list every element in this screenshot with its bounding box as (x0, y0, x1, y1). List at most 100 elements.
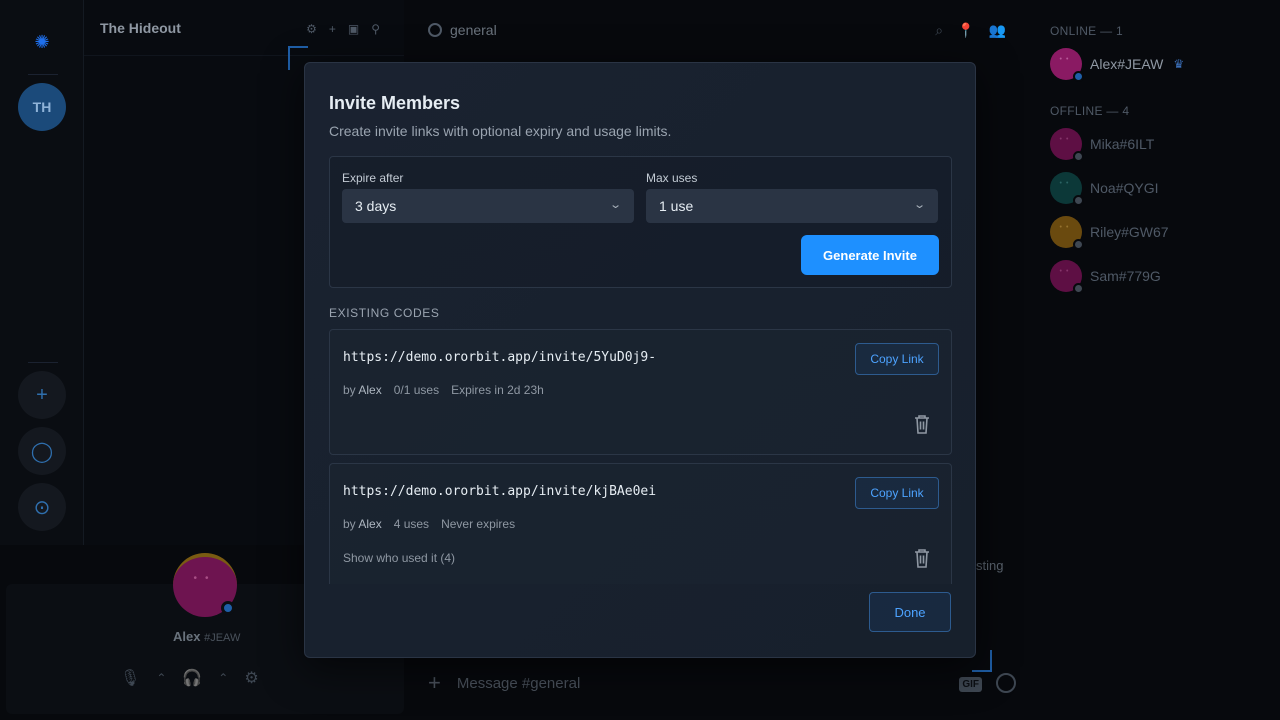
by-prefix: by (343, 517, 356, 531)
modal-subtitle: Create invite links with optional expiry… (329, 123, 672, 139)
user-tag: #JEAW (204, 632, 241, 644)
done-button[interactable]: Done (869, 592, 951, 632)
emoji-icon[interactable] (996, 673, 1016, 693)
message-partial-text: sting (976, 558, 1004, 573)
invite-members-modal: Invite Members Create invite links with … (304, 62, 976, 658)
user-controls: 🎙 ⌃ 🎧 ⌃ ⚙ (120, 668, 259, 688)
add-channel-icon[interactable]: + (329, 22, 336, 36)
settings-icon[interactable]: ⚙ (306, 22, 317, 36)
server-rail: ✺ TH + ◯ ⊙ (0, 0, 84, 545)
invite-meta: by Alex 0/1 uses Expires in 2d 23h (343, 383, 544, 397)
show-who-used-link[interactable]: Show who used it (4) (343, 551, 455, 565)
user-name-label: Alex #JEAW (173, 629, 240, 644)
avatar: •• (1050, 260, 1084, 294)
member-name: Mika#6ILT (1090, 136, 1155, 152)
chevron-down-icon: ⌄ (912, 199, 926, 211)
creator-name: Alex (358, 517, 382, 531)
copy-link-button[interactable]: Copy Link (855, 477, 939, 509)
member-item[interactable]: •• Noa#QYGI (1050, 172, 1159, 206)
chevron-down-icon: ⌄ (608, 199, 622, 211)
chevron-up-icon[interactable]: ⌃ (218, 671, 228, 685)
app-logo-icon[interactable]: ✺ (30, 30, 54, 54)
expire-label: Expire after (342, 171, 404, 185)
member-item[interactable]: •• Alex#JEAW ♛ (1050, 48, 1185, 82)
offline-header: OFFLINE — 4 (1050, 104, 1130, 118)
user-name: Alex (173, 629, 201, 644)
avatar-face: •• (1059, 180, 1073, 187)
explore-icon[interactable]: ◯ (18, 427, 66, 475)
invite-uses: 0/1 uses (393, 383, 440, 397)
invite-expiry: Never expires (441, 517, 516, 531)
invite-url: https://demo.ororbit.app/invite/5YuD0j9- (343, 350, 657, 365)
member-name: Noa#QYGI (1090, 180, 1159, 196)
member-item[interactable]: •• Riley#GW67 (1050, 216, 1169, 250)
max-uses-select[interactable]: 1 use ⌄ (646, 189, 938, 223)
server-header[interactable]: The Hideout ⚙ + ▣ ⚲ (84, 0, 404, 56)
status-badge (1073, 195, 1084, 206)
expire-select[interactable]: 3 days ⌄ (342, 189, 634, 223)
copy-link-button[interactable]: Copy Link (855, 343, 939, 375)
member-item[interactable]: •• Sam#779G (1050, 260, 1161, 294)
avatar: •• (1050, 172, 1084, 206)
folder-icon[interactable]: ▣ (348, 22, 359, 36)
generate-invite-button[interactable]: Generate Invite (801, 235, 939, 275)
invite-url: https://demo.ororbit.app/invite/kjBAe0ei (343, 484, 657, 499)
status-badge (1073, 151, 1084, 162)
members-icon[interactable]: 👥 (989, 22, 1006, 39)
message-composer: + Message #general GIF (412, 660, 1032, 706)
existing-codes-list[interactable]: https://demo.ororbit.app/invite/5YuD0j9-… (329, 329, 952, 584)
rail-divider (28, 74, 58, 75)
crown-icon: ♛ (1173, 57, 1185, 71)
discover-icon[interactable]: ⊙ (18, 483, 66, 531)
avatar: •• (1050, 128, 1084, 162)
member-name: Alex#JEAW (1090, 56, 1164, 72)
invite-expiry: Expires in 2d 23h (451, 383, 544, 397)
gif-icon[interactable]: GIF (959, 677, 982, 692)
member-name: Sam#779G (1090, 268, 1161, 284)
attach-plus-icon[interactable]: + (428, 670, 441, 696)
avatar[interactable]: •• (173, 553, 237, 617)
trash-icon[interactable] (913, 414, 931, 434)
rail-divider (28, 362, 58, 363)
creator-name: Alex (358, 383, 382, 397)
search-icon[interactable]: ⌕ (935, 22, 943, 39)
server-name: The Hideout (100, 19, 181, 36)
member-name: Riley#GW67 (1090, 224, 1169, 240)
member-item[interactable]: •• Mika#6ILT (1050, 128, 1155, 162)
headphones-icon[interactable]: 🎧 (182, 668, 202, 688)
status-badge (1073, 283, 1084, 294)
avatar: •• (1050, 216, 1084, 250)
member-list: ONLINE — 1 •• Alex#JEAW ♛ OFFLINE — 4 ••… (1034, 0, 1280, 720)
channel-icon (428, 23, 442, 37)
invite-code-card: https://demo.ororbit.app/invite/5YuD0j9-… (329, 329, 952, 455)
avatar: •• (1050, 48, 1084, 82)
channel-topbar: general ⌕ 📍 👥 (404, 0, 1034, 60)
status-badge (221, 601, 235, 615)
avatar-face: •• (193, 573, 217, 584)
add-server-icon[interactable]: + (18, 371, 66, 419)
invite-creator: by Alex (343, 517, 382, 531)
avatar-face: •• (1059, 268, 1073, 275)
invite-uses: 4 uses (393, 517, 430, 531)
message-input[interactable]: Message #general (457, 675, 580, 692)
max-uses-label: Max uses (646, 171, 698, 185)
expire-value: 3 days (355, 198, 397, 214)
server-icon-the-hideout[interactable]: TH (18, 83, 66, 131)
invite-code-card: https://demo.ororbit.app/invite/kjBAe0ei… (329, 463, 952, 584)
trash-icon[interactable] (913, 548, 931, 568)
add-user-icon[interactable]: ⚲ (371, 22, 380, 36)
existing-codes-header: EXISTING CODES (329, 306, 440, 320)
avatar-face: •• (1059, 224, 1073, 231)
gear-icon[interactable]: ⚙ (244, 668, 258, 688)
avatar-face: •• (1059, 136, 1073, 143)
microphone-icon[interactable]: 🎙 (120, 668, 140, 688)
modal-title: Invite Members (329, 93, 461, 113)
status-badge (1073, 71, 1084, 82)
invite-meta: by Alex 4 uses Never expires (343, 517, 515, 531)
chevron-up-icon[interactable]: ⌃ (156, 671, 166, 685)
invite-creator: by Alex (343, 383, 382, 397)
max-uses-value: 1 use (659, 198, 694, 214)
create-invite-panel: Expire after 3 days ⌄ Max uses 1 use ⌄ G… (329, 156, 952, 288)
pin-icon[interactable]: 📍 (957, 22, 974, 39)
avatar-face: •• (1059, 56, 1073, 63)
